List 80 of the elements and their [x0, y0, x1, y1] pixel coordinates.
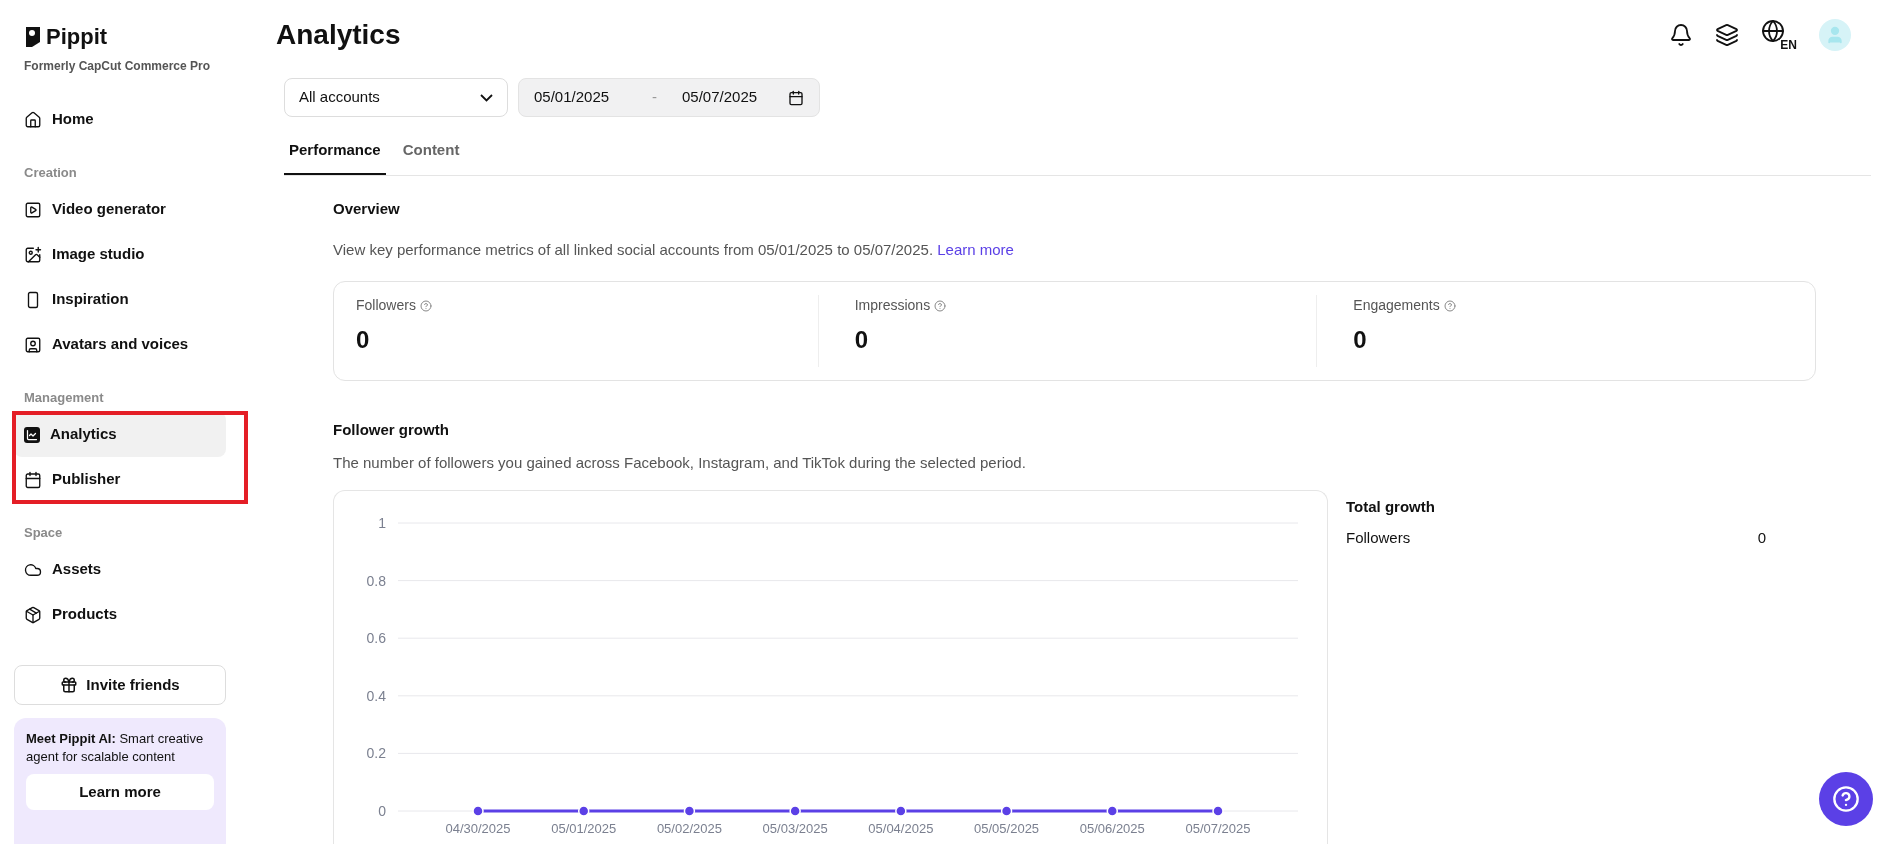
start-date: 05/01/2025 [534, 87, 611, 108]
chevron-down-icon [480, 93, 493, 102]
help-button[interactable] [1819, 772, 1873, 826]
stack-icon[interactable] [1715, 23, 1739, 47]
y-tick-label: 0 [378, 803, 386, 819]
logo-icon [24, 24, 42, 49]
sidebar-item[interactable]: Video generator [14, 187, 226, 232]
help-icon [1832, 785, 1860, 813]
section-title: Overview [333, 199, 401, 219]
sidebar-item[interactable]: Image studio [14, 232, 226, 277]
data-point [577, 805, 590, 817]
video-icon [24, 200, 42, 219]
x-tick-label: 04/30/2025 [445, 821, 511, 836]
learn-more-link[interactable]: Learn more [937, 240, 1014, 258]
sidebar-item[interactable]: Inspiration [14, 277, 226, 322]
metric-value: 0 [1353, 325, 1368, 355]
metric-label: Followers [356, 296, 416, 315]
growth-label: Followers [1346, 527, 1411, 548]
metric-label: Impressions [854, 296, 931, 315]
total-growth-title: Total growth [1346, 497, 1436, 517]
help-icon [419, 299, 432, 312]
date-separator: - [652, 87, 658, 108]
data-point [1212, 805, 1224, 817]
tab[interactable]: Content [397, 127, 465, 175]
y-tick-label: 0.8 [366, 572, 386, 589]
data-point [895, 805, 907, 817]
section-label: Creation [23, 163, 78, 182]
page-title: Analytics [276, 18, 401, 52]
promo-text: Meet Pippit AI: Smart creative agent for scalable content [26, 730, 205, 766]
image-icon [24, 245, 42, 264]
data-point [472, 805, 484, 817]
invite-friends-button[interactable]: Invite friends [14, 665, 226, 705]
sidebar-item[interactable]: Assets [14, 547, 226, 592]
sidebar-item[interactable]: Publisher [14, 457, 226, 502]
x-tick-label: 05/04/2025 [868, 821, 934, 836]
data-point [1106, 805, 1119, 817]
sidebar-item[interactable]: Analytics [14, 412, 226, 457]
home-icon [24, 110, 42, 129]
y-tick-label: 0.4 [366, 687, 386, 704]
brand-name: Pippit [46, 23, 108, 51]
notification-bell-icon[interactable] [1669, 23, 1693, 47]
metric-value: 0 [356, 325, 371, 355]
brand-tagline: Formerly CapCut Commerce Pro [24, 58, 212, 75]
growth-value: 0 [1757, 527, 1766, 548]
sidebar-item[interactable]: Avatars and voices [14, 322, 226, 367]
x-tick-label: 05/01/2025 [551, 821, 617, 836]
growth-description: The number of followers you gained across Facebook, Instagram, and TikTok during the selected period. [333, 452, 1027, 473]
x-tick-label: 05/05/2025 [974, 821, 1040, 836]
metric-label: Engagements [1353, 296, 1440, 315]
section-title: Follower growth [333, 420, 450, 440]
y-tick-label: 1 [378, 515, 386, 531]
x-tick-label: 05/02/2025 [656, 821, 722, 836]
data-point [683, 805, 696, 817]
help-icon [1443, 299, 1456, 312]
tab[interactable]: Performance [284, 127, 386, 175]
help-icon [934, 299, 947, 312]
data-point [1000, 805, 1013, 817]
x-tick-label: 05/03/2025 [762, 821, 828, 836]
data-point [789, 805, 801, 817]
x-tick-label: 05/07/2025 [1185, 821, 1251, 836]
calendar-icon [788, 89, 804, 106]
gift-icon [60, 676, 79, 694]
box-icon [24, 605, 42, 624]
line-chart-icon [24, 426, 40, 443]
end-date: 05/07/2025 [682, 87, 759, 108]
section-label: Management [23, 388, 105, 407]
y-tick-label: 0.2 [366, 745, 386, 762]
user-card-icon [24, 335, 42, 354]
metric-value: 0 [854, 325, 870, 355]
section-label: Space [23, 523, 64, 542]
account-dropdown[interactable]: All accounts [284, 78, 508, 117]
language-button[interactable]: EN [1761, 19, 1797, 51]
y-tick-label: 0.6 [366, 630, 386, 647]
learn-more-button[interactable]: Learn more [26, 774, 214, 810]
sidebar-item[interactable]: Home [14, 97, 226, 142]
date-range-field[interactable]: 05/01/2025 - 05/07/2025 [518, 78, 820, 117]
sidebar-item[interactable]: Products [14, 592, 226, 637]
x-tick-label: 05/06/2025 [1079, 821, 1145, 836]
overview-description: View key performance metrics of all linked social accounts from 05/01/2025 to 05/07/2025. Learn more [333, 239, 1015, 260]
calendar-icon [24, 470, 42, 489]
